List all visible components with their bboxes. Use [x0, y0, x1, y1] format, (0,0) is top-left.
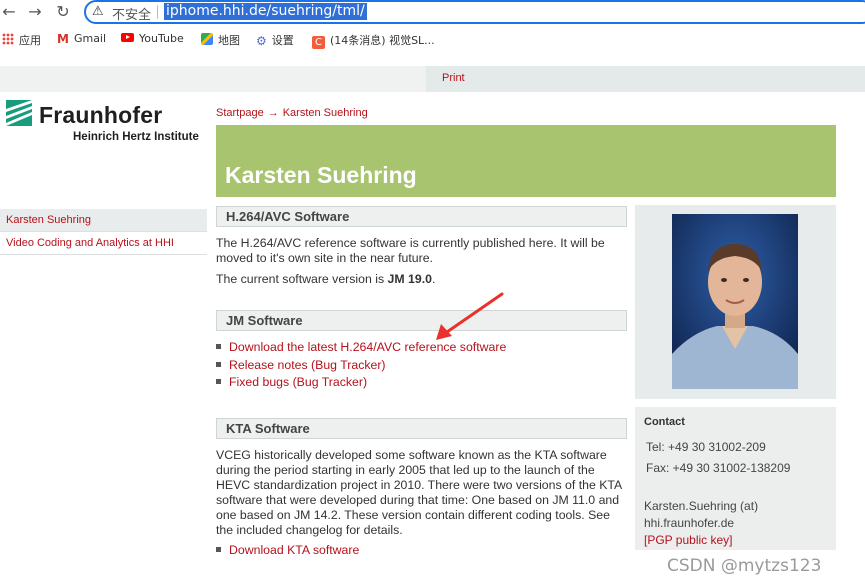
- bookmark-csdn[interactable]: C (14条消息) 视觉SL...: [312, 32, 435, 49]
- reload-icon[interactable]: ↻: [54, 3, 72, 21]
- bookmark-label: Gmail: [73, 32, 107, 45]
- version-suffix: .: [431, 272, 436, 286]
- fraunhofer-logo[interactable]: Fraunhofer Heinrich Hertz Institute: [6, 100, 211, 146]
- breadcrumb-current-link[interactable]: Karsten Suehring: [283, 107, 368, 119]
- version-prefix: The current software version is: [216, 272, 388, 286]
- gmail-icon: M: [57, 32, 69, 46]
- list-item: Download the latest H.264/AVC reference …: [216, 339, 506, 357]
- list-item: Fixed bugs (Bug Tracker): [216, 374, 506, 392]
- logo-subtitle: Heinrich Hertz Institute: [73, 131, 199, 143]
- logo-name: Fraunhofer: [39, 102, 163, 128]
- list-item: Release notes (Bug Tracker): [216, 357, 506, 375]
- youtube-icon: [121, 33, 134, 42]
- breadcrumb-home-link[interactable]: Startpage: [216, 107, 264, 119]
- print-bar: Print: [426, 66, 865, 92]
- portrait-box: [635, 205, 836, 399]
- fixed-bugs-link[interactable]: Fixed bugs (Bug Tracker): [229, 375, 367, 389]
- bookmark-apps[interactable]: 应用: [2, 32, 41, 48]
- kta-paragraph: VCEG historically developed some softwar…: [216, 448, 622, 537]
- contact-fax: Fax: +49 30 31002-138209: [646, 461, 791, 475]
- download-jm-link[interactable]: Download the latest H.264/AVC reference …: [229, 340, 506, 354]
- left-nav-item-video-coding[interactable]: Video Coding and Analytics at HHI: [0, 232, 207, 255]
- warning-icon[interactable]: ⚠: [92, 4, 104, 19]
- bullet-icon: [216, 361, 221, 367]
- csdn-icon: C: [312, 36, 325, 49]
- bullet-icon: [216, 344, 221, 349]
- bookmarks-bar: 应用 M Gmail YouTube 地图 ⚙ 设置 C (14条消息) 视觉SL..…: [0, 28, 865, 52]
- gear-icon: ⚙: [256, 34, 267, 48]
- portrait-photo: [672, 214, 798, 389]
- bookmark-label: YouTube: [139, 32, 184, 45]
- address-separator: [157, 5, 158, 19]
- maps-icon: [201, 33, 213, 45]
- bookmark-label: (14条消息) 视觉SL...: [330, 34, 435, 47]
- pgp-key-link[interactable]: [PGP public key]: [644, 533, 733, 547]
- fraunhofer-logo-icon: [6, 100, 32, 126]
- bullet-icon: [216, 379, 221, 384]
- contact-title: Contact: [644, 416, 685, 428]
- page-title: Karsten Suehring: [225, 162, 417, 188]
- bookmark-gmail[interactable]: M Gmail: [57, 32, 106, 46]
- watermark: CSDN @mytzs123: [667, 556, 822, 576]
- bookmark-maps[interactable]: 地图: [201, 32, 240, 48]
- section-heading-h264: H.264/AVC Software: [216, 206, 627, 227]
- bookmark-label: 应用: [19, 34, 41, 47]
- jm-links-list: Download the latest H.264/AVC reference …: [216, 339, 506, 392]
- contact-box: Contact Tel: +49 30 31002-209 Fax: +49 3…: [635, 407, 836, 550]
- left-nav: Karsten Suehring Video Coding and Analyt…: [0, 209, 207, 255]
- security-label[interactable]: 不安全: [112, 4, 151, 23]
- breadcrumb: Startpage → Karsten Suehring: [216, 107, 368, 119]
- h264-version-paragraph: The current software version is JM 19.0.: [216, 272, 630, 287]
- download-kta-link[interactable]: Download KTA software: [229, 543, 359, 557]
- bookmark-label: 设置: [271, 34, 294, 47]
- apps-grid-icon: [2, 33, 14, 45]
- section-heading-jm: JM Software: [216, 310, 627, 331]
- contact-email-line2: hhi.fraunhofer.de: [644, 516, 735, 530]
- forward-arrow-icon[interactable]: →: [26, 3, 44, 21]
- title-banner: Karsten Suehring: [216, 125, 836, 197]
- list-item: Download KTA software: [216, 542, 359, 560]
- print-link[interactable]: Print: [442, 72, 465, 84]
- section-heading-kta: KTA Software: [216, 418, 627, 439]
- back-arrow-icon[interactable]: ←: [0, 3, 18, 21]
- bullet-icon: [216, 547, 221, 552]
- bookmark-youtube[interactable]: YouTube: [121, 32, 184, 45]
- contact-email-line1: Karsten.Suehring (at): [644, 499, 759, 513]
- version-value: JM 19.0: [387, 272, 432, 286]
- url-text[interactable]: iphome.hhi.de/suehring/tml/: [164, 3, 367, 20]
- contact-tel: Tel: +49 30 31002-209: [646, 440, 766, 454]
- left-nav-item-karsten[interactable]: Karsten Suehring: [0, 209, 207, 232]
- release-notes-link[interactable]: Release notes (Bug Tracker): [229, 358, 386, 372]
- browser-toolbar: ← → ↻ ⚠ 不安全 iphome.hhi.de/suehring/tml/: [0, 0, 865, 26]
- section-heading-text: JM Software: [226, 313, 303, 328]
- h264-paragraph: The H.264/AVC reference software is curr…: [216, 236, 605, 265]
- kta-links-list: Download KTA software: [216, 542, 359, 560]
- section-heading-text: H.264/AVC Software: [226, 209, 350, 224]
- section-heading-text: KTA Software: [226, 421, 310, 436]
- breadcrumb-arrow-icon: →: [267, 107, 279, 119]
- bookmark-settings[interactable]: ⚙ 设置: [256, 32, 294, 48]
- bookmark-label: 地图: [218, 34, 240, 47]
